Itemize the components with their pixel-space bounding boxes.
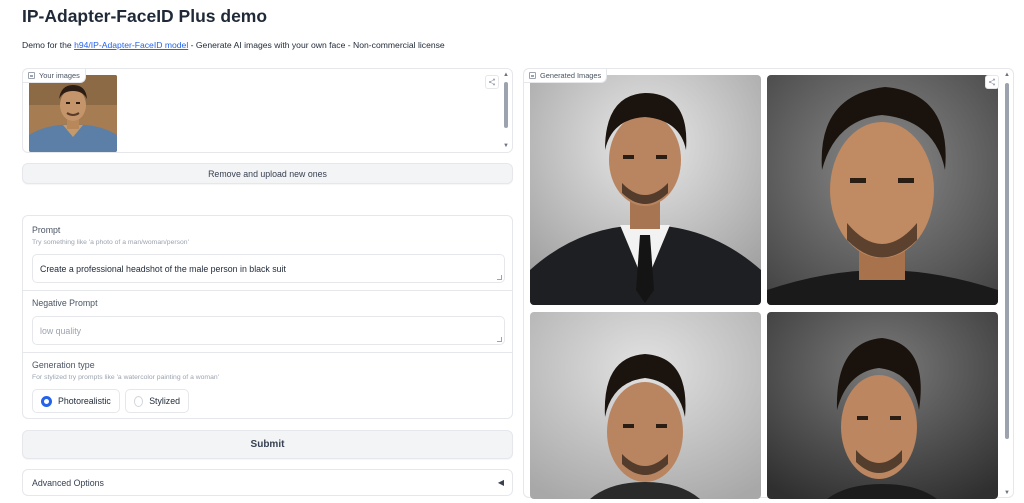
- generated-image-1[interactable]: [530, 75, 761, 305]
- prompt-input-value: Create a professional headshot of the ma…: [40, 264, 286, 274]
- radio-photorealistic-label: Photorealistic: [58, 396, 111, 406]
- negative-prompt-placeholder: low quality: [40, 326, 82, 336]
- generated-images-label-text: Generated Images: [540, 71, 602, 80]
- scroll-down-icon[interactable]: ▼: [502, 142, 510, 150]
- generated-image-3[interactable]: [530, 312, 761, 499]
- generated-image-4[interactable]: [767, 312, 998, 499]
- your-images-label: Your images: [23, 69, 86, 83]
- scroll-up-icon[interactable]: ▲: [502, 71, 510, 79]
- description-suffix: - Generate AI images with your own face …: [188, 40, 445, 50]
- radio-stylized[interactable]: Stylized: [125, 389, 189, 413]
- prompt-label: Prompt: [32, 225, 61, 235]
- model-link[interactable]: h94/IP-Adapter-FaceID model: [74, 40, 188, 50]
- page-title: IP-Adapter-FaceID Plus demo: [22, 6, 268, 26]
- scroll-up-icon[interactable]: ▲: [1003, 71, 1011, 79]
- uploaded-face-image[interactable]: [29, 75, 117, 152]
- negative-prompt-input[interactable]: low quality: [32, 316, 505, 345]
- scroll-thumb[interactable]: [1005, 83, 1009, 439]
- page-description: Demo for the h94/IP-Adapter-FaceID model…: [22, 40, 445, 50]
- radio-checked-icon: [41, 395, 52, 407]
- generated-images-label: Generated Images: [524, 69, 608, 83]
- image-icon: [529, 72, 536, 79]
- share-button[interactable]: [985, 75, 999, 89]
- gallery-scrollbar[interactable]: ▲ ▼: [1003, 71, 1011, 497]
- radio-unchecked-icon: [134, 395, 144, 407]
- share-icon: [488, 78, 496, 86]
- prompt-input[interactable]: Create a professional headshot of the ma…: [32, 254, 505, 283]
- generated-images-gallery: Generated Images ▲ ▼: [523, 68, 1014, 499]
- scroll-thumb[interactable]: [504, 82, 508, 128]
- divider: [23, 290, 512, 291]
- caret-left-icon: ◀: [497, 478, 504, 487]
- radio-photorealistic[interactable]: Photorealistic: [32, 389, 120, 413]
- your-images-panel: Your images ▲ ▼: [22, 68, 513, 153]
- prompt-info: Try something like 'a photo of a man/wom…: [32, 239, 189, 246]
- share-icon: [988, 78, 996, 86]
- generation-type-label: Generation type: [32, 360, 95, 370]
- description-prefix: Demo for the: [22, 40, 75, 50]
- advanced-options-accordion[interactable]: Advanced Options ◀: [22, 469, 513, 496]
- generated-image-2[interactable]: [767, 75, 998, 305]
- your-images-label-text: Your images: [39, 71, 80, 80]
- divider: [23, 352, 512, 353]
- share-button[interactable]: [485, 75, 499, 89]
- generation-type-info: For stylized try prompts like 'a waterco…: [32, 374, 219, 381]
- generation-form: Prompt Try something like 'a photo of a …: [22, 215, 513, 419]
- resize-handle-icon[interactable]: [497, 337, 502, 342]
- advanced-options-label: Advanced Options: [32, 478, 104, 488]
- resize-handle-icon[interactable]: [497, 275, 502, 280]
- your-images-scrollbar[interactable]: ▲ ▼: [502, 71, 510, 150]
- scroll-down-icon[interactable]: ▼: [1003, 489, 1011, 497]
- image-icon: [28, 72, 35, 79]
- radio-stylized-label: Stylized: [149, 396, 180, 406]
- submit-button[interactable]: Submit: [22, 430, 513, 459]
- negative-prompt-label: Negative Prompt: [32, 298, 98, 308]
- remove-upload-button[interactable]: Remove and upload new ones: [22, 163, 513, 184]
